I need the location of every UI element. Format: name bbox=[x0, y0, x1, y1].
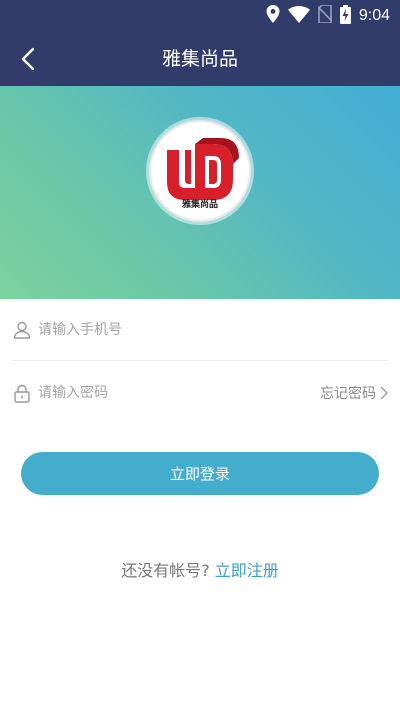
login-button[interactable]: 立即登录 bbox=[21, 452, 379, 495]
location-icon bbox=[266, 5, 280, 27]
lock-icon bbox=[12, 383, 32, 403]
app-bar: 雅集尚品 bbox=[0, 32, 400, 86]
phone-input[interactable] bbox=[38, 321, 388, 338]
status-icons: 9:04 bbox=[266, 0, 390, 32]
brand-logo: 雅集尚品 bbox=[149, 120, 251, 222]
phone-field-row bbox=[12, 299, 388, 361]
password-input[interactable] bbox=[38, 385, 320, 401]
status-time: 9:04 bbox=[358, 7, 390, 24]
status-bar: 9:04 bbox=[0, 0, 400, 32]
forgot-password-link[interactable]: 忘记密码 bbox=[320, 383, 388, 403]
no-sim-icon bbox=[317, 4, 333, 27]
logo-caption: 雅集尚品 bbox=[181, 200, 218, 210]
register-prompt: 还没有帐号? bbox=[121, 561, 210, 580]
hero-banner: 雅集尚品 bbox=[0, 86, 400, 299]
password-field-row: 忘记密码 bbox=[12, 362, 388, 424]
register-link[interactable]: 立即注册 bbox=[215, 561, 279, 580]
register-row: 还没有帐号? 立即注册 bbox=[0, 557, 400, 581]
forgot-password-label: 忘记密码 bbox=[320, 386, 376, 402]
page-title: 雅集尚品 bbox=[161, 48, 238, 70]
wifi-icon bbox=[287, 5, 310, 27]
user-icon bbox=[12, 320, 32, 340]
battery-charging-icon bbox=[339, 4, 351, 28]
chevron-right-icon bbox=[380, 386, 388, 400]
